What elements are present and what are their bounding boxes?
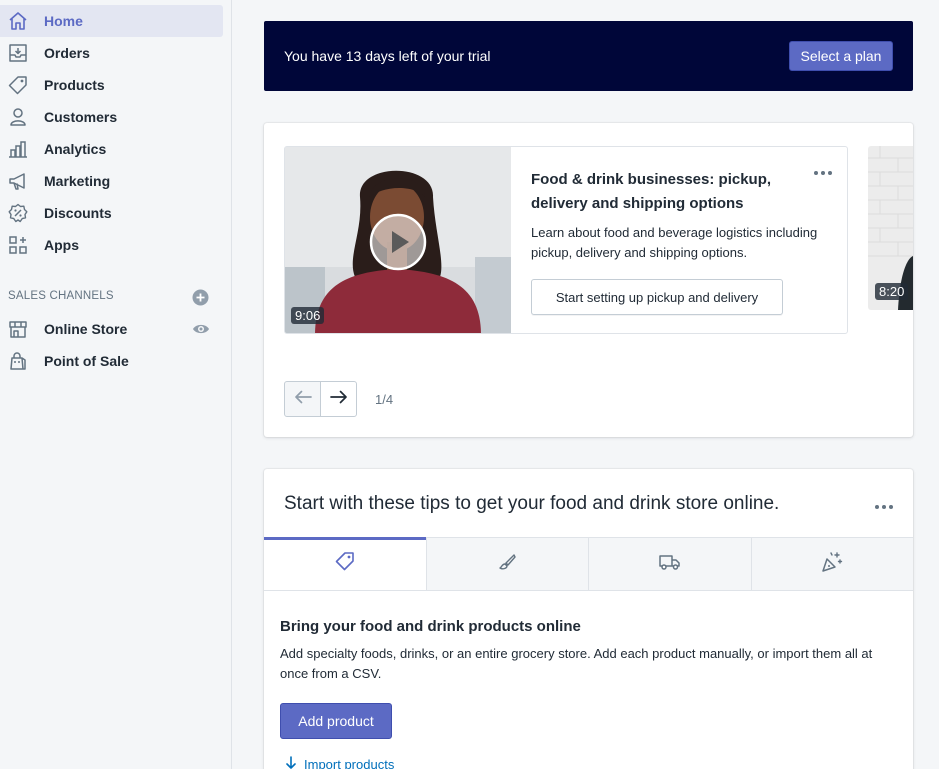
- sidebar-item-label: Discounts: [44, 205, 112, 221]
- tips-tabs: [264, 537, 913, 591]
- start-pickup-delivery-button[interactable]: Start setting up pickup and delivery: [531, 279, 783, 315]
- sidebar-item-analytics[interactable]: Analytics: [0, 133, 223, 165]
- sidebar-item-home[interactable]: Home: [0, 5, 223, 37]
- apps-grid-icon: [7, 234, 29, 256]
- truck-icon: [659, 553, 681, 576]
- sidebar-item-point-of-sale[interactable]: Point of Sale: [0, 345, 223, 377]
- tips-card: Start with these tips to get your food a…: [264, 469, 913, 769]
- video-carousel-card: 9:06 Food & drink businesses: pickup, de…: [264, 123, 913, 437]
- trial-banner: You have 13 days left of your trial Sele…: [264, 21, 913, 91]
- arrow-right-icon: [329, 390, 348, 409]
- download-arrow-icon: [286, 756, 296, 769]
- sales-channels-heading: SALES CHANNELS: [8, 290, 114, 302]
- sidebar-item-online-store[interactable]: Online Store: [0, 313, 223, 345]
- play-button-icon[interactable]: [369, 213, 427, 271]
- magic-wand-icon: [821, 551, 843, 578]
- tag-icon: [7, 74, 29, 96]
- select-plan-button[interactable]: Select a plan: [789, 41, 893, 71]
- more-actions-icon[interactable]: [813, 165, 833, 175]
- tag-icon: [335, 551, 355, 576]
- trial-banner-text: You have 13 days left of your trial: [284, 48, 491, 64]
- sidebar-item-label: Orders: [44, 45, 90, 61]
- tab-theme[interactable]: [425, 538, 588, 590]
- shopping-bag-icon: [7, 350, 29, 372]
- sidebar-item-orders[interactable]: Orders: [0, 37, 223, 69]
- tips-title: Start with these tips to get your food a…: [284, 493, 780, 514]
- sidebar-item-label: Customers: [44, 109, 118, 125]
- page-indicator: 1/4: [375, 392, 394, 407]
- add-product-button[interactable]: Add product: [280, 703, 392, 739]
- sidebar-item-discounts[interactable]: Discounts: [0, 197, 223, 229]
- arrow-left-icon: [294, 390, 312, 409]
- person-icon: [7, 106, 29, 128]
- next-button[interactable]: [320, 381, 357, 417]
- sidebar-item-marketing[interactable]: Marketing: [0, 165, 223, 197]
- storefront-icon: [7, 318, 29, 340]
- tab-launch[interactable]: [750, 538, 913, 590]
- home-icon: [7, 10, 29, 32]
- megaphone-icon: [7, 170, 29, 192]
- tip-body: Add specialty foods, drinks, or an entir…: [280, 646, 873, 681]
- video-duration: 9:06: [291, 307, 325, 324]
- sidebar-item-apps[interactable]: Apps: [0, 229, 223, 261]
- sidebar-item-customers[interactable]: Customers: [0, 101, 223, 133]
- tip-heading: Bring your food and drink products onlin…: [280, 618, 581, 635]
- next-video-duration: 8:20: [875, 283, 909, 300]
- sidebar-item-label: Analytics: [44, 141, 107, 157]
- video-description: Learn about food and beverage logistics …: [531, 225, 818, 260]
- view-store-eye-icon[interactable]: [192, 321, 210, 337]
- tips-more-actions-icon[interactable]: [874, 499, 894, 509]
- sidebar-item-label: Home: [44, 13, 83, 29]
- add-sales-channel-icon[interactable]: [192, 289, 209, 306]
- carousel-pager: [284, 381, 357, 417]
- import-products-link[interactable]: Import products: [286, 756, 394, 769]
- bar-chart-icon: [7, 138, 29, 160]
- next-video-thumbnail[interactable]: 8:20: [868, 146, 913, 310]
- sidebar-item-label: Marketing: [44, 173, 111, 189]
- orders-inbox-icon: [7, 42, 29, 64]
- sidebar-item-label: Online Store: [44, 321, 128, 337]
- video-thumbnail[interactable]: 9:06: [285, 147, 511, 333]
- sidebar: Home Orders Products Customers Analytics…: [0, 0, 232, 769]
- sidebar-item-label: Point of Sale: [44, 353, 129, 369]
- paintbrush-icon: [498, 553, 516, 576]
- tab-shipping[interactable]: [588, 538, 751, 590]
- previous-button[interactable]: [284, 381, 321, 417]
- sidebar-item-products[interactable]: Products: [0, 69, 223, 101]
- tab-products[interactable]: [264, 537, 426, 590]
- import-products-label: Import products: [304, 757, 395, 769]
- sidebar-item-label: Apps: [44, 237, 79, 253]
- sidebar-item-label: Products: [44, 77, 105, 93]
- discount-badge-icon: [7, 202, 29, 224]
- video-title: Food & drink businesses: pickup, deliver…: [531, 171, 772, 212]
- video-card: 9:06 Food & drink businesses: pickup, de…: [284, 146, 848, 334]
